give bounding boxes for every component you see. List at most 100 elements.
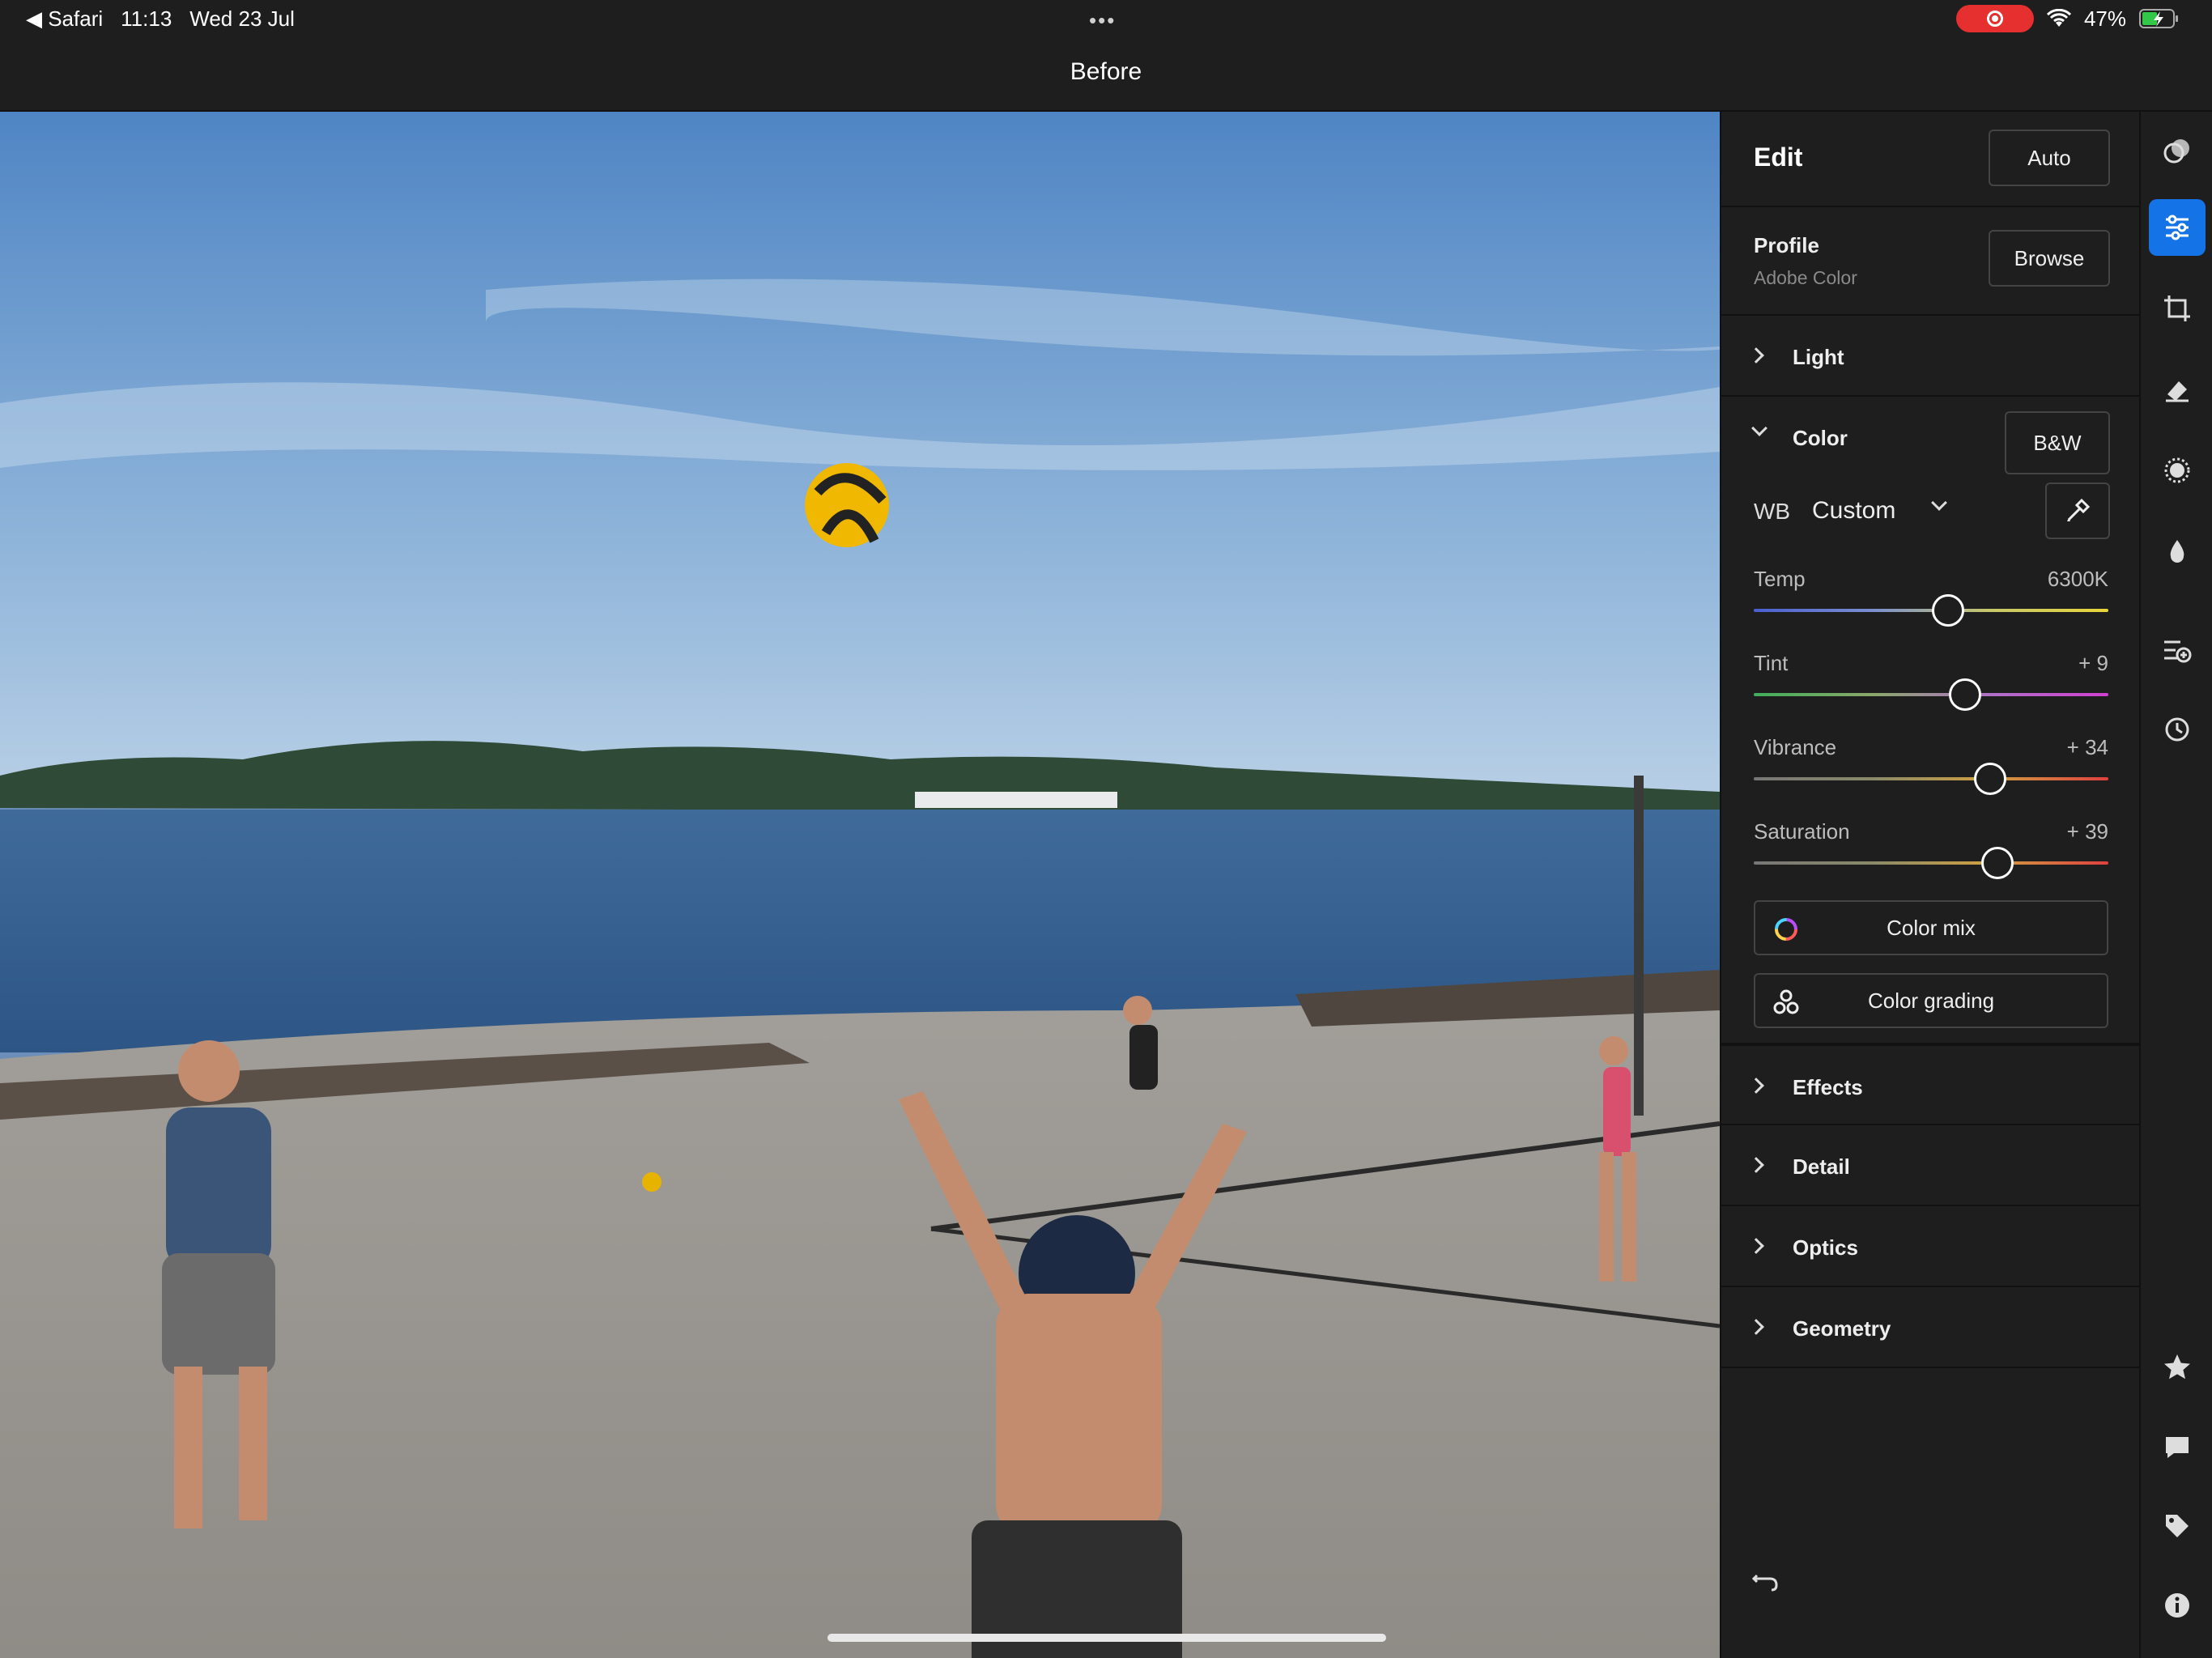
healing-icon xyxy=(2166,381,2189,402)
saturation-label: Saturation xyxy=(1754,819,1850,844)
white-balance-picker-button[interactable] xyxy=(2045,483,2110,539)
tag-icon xyxy=(2166,1515,2189,1537)
info-tool[interactable] xyxy=(2149,1577,2206,1634)
temp-slider[interactable]: Temp 6300K xyxy=(1721,567,2141,640)
edit-panel: Edit Auto Profile Adobe Color Browse Lig… xyxy=(1720,112,2141,1658)
tool-strip xyxy=(2139,112,2212,1658)
chevron-down-icon xyxy=(1751,420,1767,436)
chevron-right-icon xyxy=(1748,1078,1764,1094)
home-indicator[interactable] xyxy=(827,1634,1386,1642)
vibrance-thumb[interactable] xyxy=(1974,763,2007,795)
vibrance-value[interactable]: + 34 xyxy=(2067,735,2108,760)
versions-tool[interactable] xyxy=(2149,620,2206,677)
tint-label: Tint xyxy=(1754,651,1789,675)
vibrance-track[interactable] xyxy=(1754,777,2108,780)
effects-section-label: Effects xyxy=(1793,1075,1863,1099)
crop-icon xyxy=(2164,295,2190,321)
back-to-app-link[interactable]: ◀ Safari xyxy=(26,6,103,32)
star-icon xyxy=(2164,1354,2190,1380)
geometry-section-label: Geometry xyxy=(1793,1316,1891,1341)
eyedropper-icon xyxy=(2067,498,2091,521)
photo-canvas[interactable] xyxy=(0,112,1720,1658)
tint-slider[interactable]: Tint + 9 xyxy=(1721,651,2141,724)
battery-charging-icon xyxy=(2139,9,2178,28)
bw-button[interactable]: B&W xyxy=(2005,411,2110,474)
color-mix-button-visible[interactable]: Color mix xyxy=(1754,900,2108,955)
comment-tool[interactable] xyxy=(2149,1418,2206,1475)
temp-thumb[interactable] xyxy=(1931,594,1964,627)
chevron-down-icon xyxy=(1931,495,1947,511)
saturation-thumb[interactable] xyxy=(1980,847,2014,879)
effects-section-header[interactable]: Effects xyxy=(1721,1044,2141,1125)
chevron-right-icon xyxy=(1748,1157,1764,1173)
browse-profile-button[interactable]: Browse xyxy=(1989,230,2110,287)
tint-track[interactable] xyxy=(1754,693,2108,696)
beach-volleyball-photo xyxy=(0,112,1720,1658)
edit-title: Edit xyxy=(1754,142,1803,172)
temp-label: Temp xyxy=(1754,567,1806,591)
status-time: 11:13 xyxy=(121,6,172,31)
multitasking-dots-icon[interactable]: ••• xyxy=(1089,8,1116,33)
chevron-right-icon xyxy=(1748,347,1764,363)
color-wheel-icon xyxy=(1775,918,1797,941)
status-bar: ◀ Safari 11:13 Wed 23 Jul ••• 47% xyxy=(0,0,2212,37)
light-section-header[interactable]: Light xyxy=(1721,316,2141,397)
screen-recording-indicator[interactable] xyxy=(1955,5,2034,32)
battery-percentage: 47% xyxy=(2083,6,2126,31)
blur-icon xyxy=(2170,540,2184,563)
color-mix-label: Color mix xyxy=(1887,915,1976,940)
wb-dropdown-value: Custom xyxy=(1812,497,1896,524)
color-grading-icon xyxy=(1773,989,1799,1014)
versions-icon xyxy=(2164,640,2192,663)
wifi-icon xyxy=(2046,9,2071,27)
masking-icon xyxy=(2164,457,2190,483)
detail-section-header[interactable]: Detail xyxy=(1721,1125,2141,1206)
profile-label: Profile xyxy=(1754,233,1819,257)
presets-icon xyxy=(2163,139,2189,164)
comment-icon xyxy=(2166,1437,2189,1458)
tag-tool[interactable] xyxy=(2149,1498,2206,1554)
status-date: Wed 23 Jul xyxy=(189,6,295,31)
profile-row: Profile Adobe Color Browse xyxy=(1721,207,2141,316)
optics-section-label: Optics xyxy=(1793,1235,1858,1260)
color-grading-label: Color grading xyxy=(1867,988,1995,1013)
healing-tool[interactable] xyxy=(2149,361,2206,418)
detail-section-label: Detail xyxy=(1793,1154,1850,1179)
wb-dropdown[interactable]: Custom xyxy=(1812,492,1974,533)
view-title: Before xyxy=(1070,58,1142,85)
crop-tool[interactable] xyxy=(2149,280,2206,337)
history-tool[interactable] xyxy=(2149,701,2206,758)
wb-label: WB xyxy=(1754,499,1791,524)
history-icon xyxy=(2165,717,2189,742)
profile-value: Adobe Color xyxy=(1754,267,1857,288)
edit-header: Edit Auto xyxy=(1721,112,2141,207)
color-grading-button[interactable]: Color grading xyxy=(1754,973,2108,1028)
edit-sliders-icon xyxy=(2166,215,2189,240)
auto-button[interactable]: Auto xyxy=(1989,130,2110,186)
vibrance-label: Vibrance xyxy=(1754,735,1837,759)
undo-button[interactable] xyxy=(1750,1566,1786,1601)
saturation-value[interactable]: + 39 xyxy=(2067,819,2108,844)
vibrance-slider[interactable]: Vibrance + 34 xyxy=(1721,735,2141,808)
masking-tool[interactable] xyxy=(2149,442,2206,499)
light-section-label: Light xyxy=(1793,345,1844,369)
edit-tool[interactable] xyxy=(2149,199,2206,256)
optics-section-header[interactable]: Optics xyxy=(1721,1206,2141,1287)
color-section-header[interactable]: Color xyxy=(1721,397,1989,478)
presets-tool[interactable] xyxy=(2149,123,2206,180)
info-icon xyxy=(2165,1593,2189,1618)
saturation-slider[interactable]: Saturation + 39 xyxy=(1721,819,2141,892)
tint-thumb[interactable] xyxy=(1949,678,1982,711)
tint-value[interactable]: + 9 xyxy=(2078,651,2108,676)
chevron-right-icon xyxy=(1748,1238,1764,1254)
record-icon xyxy=(1986,11,2003,27)
color-section-label: Color xyxy=(1793,426,1848,450)
saturation-track[interactable] xyxy=(1754,861,2108,865)
title-bar: Before xyxy=(0,37,2212,112)
chevron-right-icon xyxy=(1748,1319,1764,1335)
blur-tool[interactable] xyxy=(2149,523,2206,580)
geometry-section-header[interactable]: Geometry xyxy=(1721,1287,2141,1368)
temp-value[interactable]: 6300K xyxy=(2048,567,2108,592)
undo-icon xyxy=(1751,1574,1778,1592)
rating-tool[interactable] xyxy=(2149,1339,2206,1396)
